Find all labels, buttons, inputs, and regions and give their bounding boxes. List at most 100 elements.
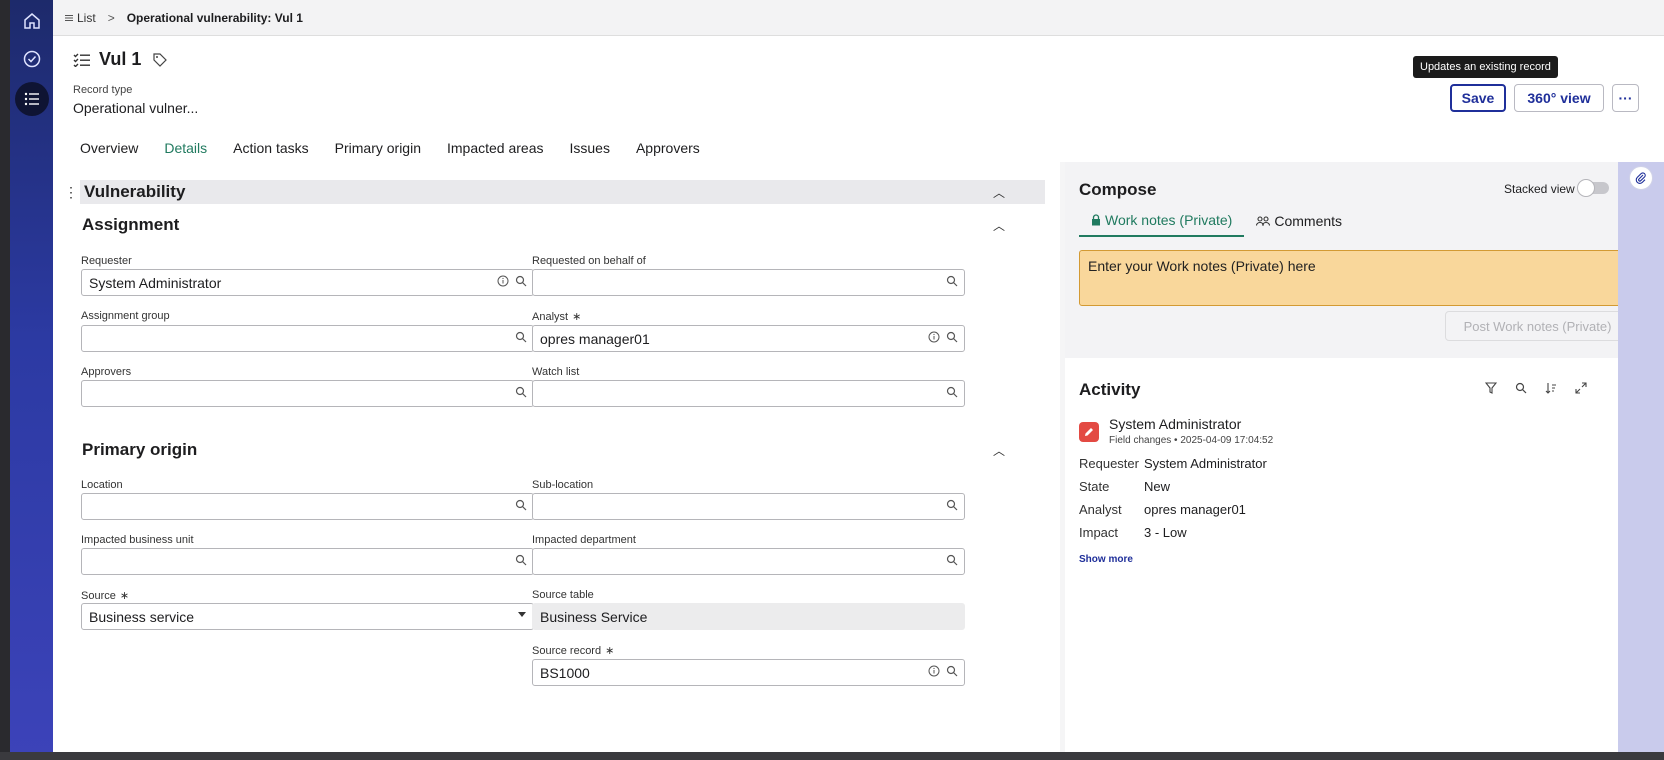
on-behalf-label: Requested on behalf of — [532, 255, 646, 267]
assignment-group-label: Assignment group — [81, 310, 170, 322]
change-key: State — [1079, 479, 1110, 494]
change-value: opres manager01 — [1144, 502, 1246, 517]
source-table-label: Source table — [532, 589, 594, 601]
source-record-label-text: Source record — [532, 645, 602, 657]
breadcrumb: List > Operational vulnerability: Vul 1 — [53, 0, 1664, 36]
drag-handle-icon[interactable]: ⋮ — [64, 184, 78, 201]
search-icon[interactable] — [946, 554, 958, 566]
department-field[interactable] — [532, 548, 965, 575]
analyst-value: opres manager01 — [540, 330, 650, 347]
caret-down-icon[interactable] — [517, 612, 527, 618]
main-area: List > Operational vulnerability: Vul 1 … — [53, 0, 1664, 752]
approvers-label: Approvers — [81, 366, 132, 378]
search-icon[interactable] — [946, 275, 958, 287]
info-icon[interactable] — [497, 275, 509, 287]
requester-label: Requester — [81, 255, 132, 267]
save-button[interactable]: Save — [1450, 84, 1506, 112]
source-select[interactable]: Business service — [81, 603, 534, 630]
search-icon[interactable] — [515, 386, 527, 398]
filter-icon[interactable] — [1485, 382, 1497, 394]
side-toolbar — [1618, 162, 1664, 752]
compose-section: Compose Stacked view Work notes (Private… — [1065, 162, 1630, 352]
breadcrumb-list-label: List — [77, 10, 96, 25]
activity-change-row: State New — [1079, 479, 1170, 494]
source-record-field[interactable]: BS1000 — [532, 659, 965, 686]
search-icon[interactable] — [515, 275, 527, 287]
expand-icon[interactable] — [1575, 382, 1587, 394]
search-icon[interactable] — [946, 665, 958, 677]
requester-value: System Administrator — [89, 274, 222, 291]
list-icon — [65, 14, 73, 21]
search-icon[interactable] — [946, 331, 958, 343]
lock-icon — [1092, 214, 1100, 226]
watch-list-field[interactable] — [532, 380, 965, 407]
breadcrumb-list-link[interactable]: List — [65, 11, 96, 25]
tab-comments[interactable]: Comments — [1244, 206, 1354, 237]
change-key: Impact — [1079, 525, 1119, 540]
tag-icon[interactable] — [153, 52, 168, 67]
assignment-heading: Assignment — [82, 215, 180, 234]
work-notes-input[interactable]: Enter your Work notes (Private) here — [1079, 250, 1630, 306]
analyst-label: Analyst ∗ — [532, 310, 581, 323]
requester-field[interactable]: System Administrator — [81, 269, 534, 296]
search-icon[interactable] — [946, 386, 958, 398]
activity-change-row: Requester System Administrator — [1079, 456, 1267, 471]
paperclip-icon[interactable] — [1629, 166, 1653, 190]
record-header: Vul 1 Record type Operational vulner... … — [53, 36, 1664, 167]
assignment-group-field[interactable] — [81, 325, 534, 352]
chevron-up-icon[interactable]: ︿ — [993, 442, 1005, 459]
watch-list-label: Watch list — [532, 366, 580, 378]
search-icon[interactable] — [515, 499, 527, 511]
comments-tab-label: Comments — [1274, 213, 1343, 229]
work-notes-tab-label: Work notes (Private) — [1105, 212, 1233, 228]
required-indicator: ∗ — [605, 645, 615, 657]
analyst-field[interactable]: opres manager01 — [532, 325, 965, 352]
save-tooltip: Updates an existing record — [1413, 56, 1558, 78]
chevron-up-icon[interactable]: ︿ — [993, 184, 1005, 201]
section-title: Vulnerability — [84, 182, 186, 201]
required-indicator: ∗ — [572, 311, 582, 323]
approvers-field[interactable] — [81, 380, 534, 407]
location-field[interactable] — [81, 493, 534, 520]
chevron-up-icon[interactable]: ︿ — [993, 217, 1005, 234]
view-360-button[interactable]: 360° view — [1514, 84, 1604, 112]
location-label: Location — [81, 479, 123, 491]
search-icon[interactable] — [515, 331, 527, 343]
search-icon[interactable] — [946, 499, 958, 511]
business-unit-label: Impacted business unit — [81, 534, 194, 546]
side-panel: Compose Stacked view Work notes (Private… — [1065, 162, 1630, 752]
list-nav-icon[interactable] — [15, 82, 49, 116]
more-actions-button[interactable]: ··· — [1612, 84, 1639, 112]
show-more-link[interactable]: Show more — [1079, 554, 1133, 565]
compose-tabs: Work notes (Private) Comments — [1079, 206, 1354, 237]
on-behalf-field[interactable] — [532, 269, 965, 296]
change-key: Analyst — [1079, 502, 1122, 517]
change-key: Requester — [1079, 456, 1139, 471]
search-icon[interactable] — [515, 554, 527, 566]
department-label: Impacted department — [532, 534, 636, 546]
info-icon[interactable] — [928, 665, 940, 677]
tab-work-notes[interactable]: Work notes (Private) — [1079, 206, 1245, 237]
source-table-value: Business Service — [540, 608, 648, 625]
business-unit-field[interactable] — [81, 548, 534, 575]
search-icon[interactable] — [1515, 382, 1527, 394]
home-icon[interactable] — [15, 4, 49, 38]
post-work-notes-button[interactable]: Post Work notes (Private) — [1445, 311, 1630, 341]
activity-toolbar — [1485, 382, 1587, 394]
source-value: Business service — [89, 608, 195, 625]
section-header-vulnerability[interactable]: Vulnerability — [80, 180, 1045, 204]
sort-icon[interactable] — [1545, 382, 1557, 394]
record-type-label: Record type — [73, 84, 133, 96]
check-circle-icon[interactable] — [15, 42, 49, 76]
toggle-knob — [1577, 179, 1595, 197]
compose-title: Compose — [1079, 180, 1157, 199]
change-value: New — [1144, 479, 1171, 494]
stacked-view-toggle[interactable] — [1577, 179, 1609, 197]
info-icon[interactable] — [928, 331, 940, 343]
sub-location-field[interactable] — [532, 493, 965, 520]
activity-title: Activity — [1079, 380, 1141, 399]
edit-icon — [1079, 422, 1099, 442]
page-title: Vul 1 — [99, 49, 142, 69]
stacked-view-label: Stacked view — [1504, 182, 1575, 196]
analyst-label-text: Analyst — [532, 311, 569, 323]
